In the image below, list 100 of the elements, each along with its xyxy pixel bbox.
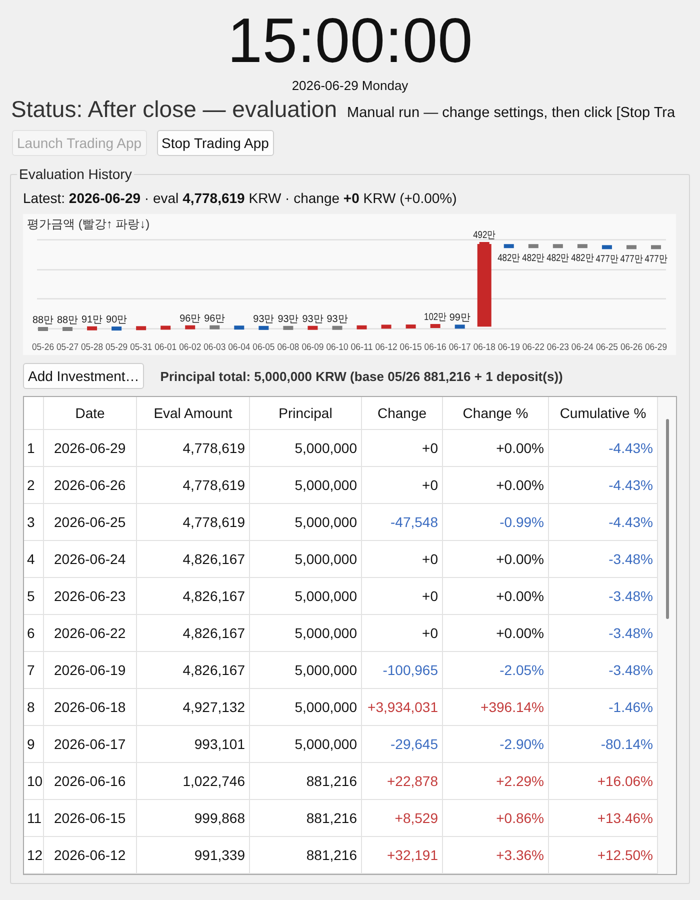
table-cell: +0	[362, 578, 443, 615]
table-cell: 5,000,000	[250, 615, 362, 652]
point-marker	[258, 326, 269, 330]
point-marker	[406, 324, 416, 328]
table-cell: 4,826,167	[137, 652, 250, 689]
status-text: Status: After close — evaluation	[11, 96, 338, 123]
table-cell: 2026-06-19	[44, 652, 137, 689]
table-cell: 881,216	[250, 837, 362, 874]
axis-label: 05-27	[56, 342, 81, 353]
axis-label: 06-15	[400, 342, 424, 353]
value-label: 477만	[644, 254, 672, 266]
table-cell: 2026-06-24	[44, 541, 137, 578]
table-cell: -2.90%	[443, 726, 549, 763]
scrollbar-thumb[interactable]	[666, 419, 668, 619]
table-cell: 2026-06-22	[44, 615, 137, 652]
table-cell: 2026-06-15	[44, 800, 137, 837]
panel-title: Evaluation History	[18, 166, 133, 182]
axis-label: 06-17	[448, 342, 474, 353]
axis-label: 06-05	[252, 342, 277, 353]
table-cell: +0.00%	[443, 578, 549, 615]
row-number: 5	[24, 578, 44, 615]
point-marker	[430, 324, 440, 328]
point-marker	[626, 245, 636, 250]
axis-label: 05-31	[130, 342, 154, 353]
table-cell: 4,778,619	[137, 504, 250, 541]
row-number: 3	[24, 504, 44, 541]
table-cell: +396.14%	[443, 689, 549, 726]
point-marker	[308, 326, 318, 330]
corner-header-cell	[24, 397, 44, 430]
table-cell: 2026-06-25	[44, 504, 137, 541]
point-marker	[381, 324, 392, 329]
value-label: 99만	[449, 312, 470, 324]
value-label: 88만	[57, 315, 78, 326]
row-number: 2	[24, 467, 44, 504]
table-cell: 5,000,000	[250, 504, 362, 541]
table-cell: 2026-06-26	[44, 467, 137, 504]
table-cell: 4,927,132	[137, 689, 250, 726]
axis-label: 06-19	[498, 342, 522, 353]
point-marker	[283, 326, 294, 330]
table-cell: +22,878	[362, 763, 443, 800]
table-cell: +0.86%	[443, 800, 549, 837]
axis-label: 06-04	[228, 342, 252, 353]
table-cell: 881,216	[250, 763, 362, 800]
row-number: 1	[24, 430, 44, 467]
value-label: 93만	[302, 314, 324, 325]
value-label: 96만	[204, 313, 226, 324]
table-cell: 1,022,746	[137, 763, 250, 800]
value-label: 91만	[82, 314, 103, 326]
table-cell: 2026-06-29	[44, 430, 137, 467]
chart-title: 평가금액 (빨강↑ 파랑↓)	[27, 217, 150, 231]
value-label: 93만	[326, 314, 348, 325]
point-marker	[87, 326, 98, 330]
point-marker	[454, 324, 465, 329]
value-label: 90만	[106, 314, 128, 326]
table-cell: 5,000,000	[250, 430, 362, 467]
point-marker	[356, 325, 367, 330]
table-cell: -47,548	[362, 504, 443, 541]
value-label: 102만	[424, 312, 451, 324]
axis-label: 06-23	[546, 342, 572, 353]
add-investment-button[interactable]: Add Investment…	[23, 363, 144, 389]
app-button[interactable]: Stop Trading App	[156, 130, 274, 156]
table-cell: 2026-06-17	[44, 726, 137, 763]
table-cell: 5,000,000	[250, 467, 362, 504]
axis-label: 06-02	[179, 342, 204, 353]
row-number: 11	[24, 800, 44, 837]
point-marker	[160, 326, 171, 330]
value-label: 93만	[278, 314, 299, 325]
table-cell: -2.05%	[443, 652, 549, 689]
column-header: Principal	[250, 397, 362, 430]
table-cell: +0.00%	[443, 467, 549, 504]
table-cell: 2026-06-12	[44, 837, 137, 874]
row-number: 6	[24, 615, 44, 652]
point-marker	[62, 327, 73, 331]
axis-label: 05-28	[81, 342, 106, 353]
table-cell: 5,000,000	[250, 689, 362, 726]
latest-summary: Latest: 2026-06-29 · eval 4,778,619 KRW · change +0 KRW (+0.00%)	[23, 189, 458, 207]
point-marker	[651, 245, 661, 250]
table-cell: +32,191	[362, 837, 443, 874]
axis-label: 06-12	[375, 342, 400, 353]
point-marker	[332, 326, 342, 330]
axis-label: 05-26	[32, 342, 56, 353]
table-cell: 991,339	[137, 837, 250, 874]
point-marker	[38, 327, 48, 331]
status-hint: Manual run — change settings, then click [Stop Tra	[347, 105, 676, 121]
table-cell: 2026-06-16	[44, 763, 137, 800]
table-cell: +2.29%	[443, 763, 549, 800]
table-cell: 2026-06-18	[44, 689, 137, 726]
value-label: 88만	[32, 315, 54, 326]
axis-label: 06-16	[424, 342, 449, 353]
point-marker	[577, 244, 588, 248]
clock-time: 15:00:00	[227, 5, 473, 74]
point-marker	[602, 245, 612, 250]
axis-label: 06-29	[645, 342, 670, 353]
axis-label: 06-25	[596, 342, 620, 353]
row-number: 4	[24, 541, 44, 578]
table-cell: +3,934,031	[362, 689, 443, 726]
table-cell: 4,826,167	[137, 578, 250, 615]
table-cell: -29,645	[362, 726, 443, 763]
axis-label: 06-18	[473, 342, 498, 353]
table-cell: 4,826,167	[137, 541, 250, 578]
